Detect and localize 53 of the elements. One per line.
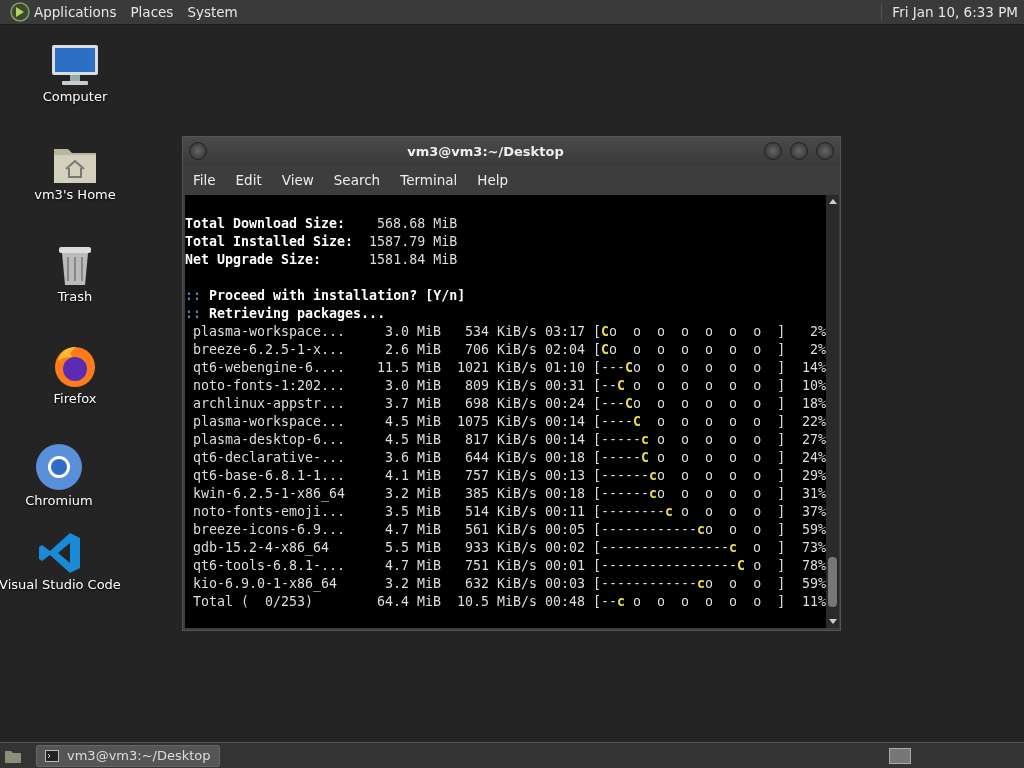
download-line: plasma-workspace... 4.5 MiB 1075 KiB/s 00:14 [----C o o o o o ] 22% — [192, 413, 826, 431]
download-line: kwin-6.2.5-1-x86_64 3.2 MiB 385 KiB/s 00:18 [------co o o o o ] 31% — [192, 485, 826, 503]
workspace-switcher[interactable] — [889, 747, 911, 764]
window-menu-button[interactable] — [189, 142, 207, 160]
download-line: noto-fonts-emoji... 3.5 MiB 514 KiB/s 00:11 [--------c o o o o ] 37% — [192, 503, 826, 521]
download-line: Total ( 0/253) 64.4 MiB 10.5 MiB/s 00:48 [--c o o o o o o ] 11% — [192, 593, 826, 611]
code-editor-icon[interactable] — [38, 531, 82, 575]
download-line: breeze-6.2.5-1-x... 2.6 MiB 706 KiB/s 02:04 [Co o o o o o o ] 2% — [192, 341, 826, 359]
scroll-down-icon[interactable] — [828, 619, 837, 624]
terminal-icon — [45, 749, 59, 762]
panel-menu[interactable]: System — [187, 4, 238, 20]
menu-item[interactable]: Search — [323, 172, 391, 188]
download-line: plasma-desktop-6... 4.5 MiB 817 KiB/s 00:14 [-----c o o o o o ] 27% — [192, 431, 826, 449]
logo-icon[interactable] — [10, 2, 30, 22]
computer-icon[interactable] — [50, 43, 100, 87]
summary-line: Total Download Size: 568.68 MiB — [185, 215, 459, 233]
chromium-icon[interactable] — [35, 443, 83, 491]
desktop-icon-label[interactable]: Computer — [42, 89, 108, 104]
download-line: plasma-workspace... 3.0 MiB 534 KiB/s 03:17 [Co o o o o o o ] 2% — [192, 323, 826, 341]
menu-item[interactable]: Help — [467, 172, 519, 188]
download-line: qt6-tools-6.8.1-... 4.7 MiB 751 KiB/s 00:01 [-----------------C o ] 78% — [192, 557, 826, 575]
panel-menu[interactable]: Applications — [34, 4, 117, 20]
desktop-icon-label[interactable]: Firefox — [53, 391, 97, 406]
scrollbar[interactable] — [826, 195, 839, 628]
summary-line: Net Upgrade Size: 1581.84 MiB — [185, 251, 459, 269]
maximize-button[interactable] — [790, 142, 808, 160]
summary-line: Total Installed Size: 1587.79 MiB — [185, 233, 459, 251]
clock[interactable]: Fri Jan 10, 6:33 PM — [881, 4, 1018, 20]
download-line: qt6-webengine-6.... 11.5 MiB 1021 KiB/s 01:10 [---Co o o o o o ] 14% — [192, 359, 826, 377]
close-button[interactable] — [816, 142, 834, 160]
download-line: qt6-base-6.8.1-1... 4.1 MiB 757 KiB/s 00:13 [------co o o o o ] 29% — [192, 467, 826, 485]
download-line: kio-6.9.0-1-x86_64 3.2 MiB 632 KiB/s 00:03 [------------co o o ] 59% — [192, 575, 826, 593]
panel-menu[interactable]: Places — [130, 4, 174, 20]
download-line: gdb-15.2-4-x86_64 5.5 MiB 933 KiB/s 00:02 [----------------c o ] 73% — [192, 539, 826, 557]
download-line: breeze-icons-6.9... 4.7 MiB 561 KiB/s 00:05 [------------co o o ] 59% — [192, 521, 826, 539]
desktop-icon-label[interactable]: vm3's Home — [34, 187, 116, 202]
desktop-icon-label[interactable]: Trash — [57, 289, 93, 304]
window-title: vm3@vm3:~/Desktop — [406, 143, 565, 159]
scroll-thumb[interactable] — [828, 557, 837, 607]
desktop-icon-label[interactable]: Visual Studio Code — [0, 577, 121, 592]
download-line: archlinux-appstr... 3.7 MiB 698 KiB/s 00:24 [---Co o o o o o ] 18% — [192, 395, 826, 413]
menu-item[interactable]: File — [183, 172, 226, 188]
minimize-button[interactable] — [764, 142, 782, 160]
menu-item[interactable]: View — [271, 172, 324, 188]
prompt-line: :: Proceed with installation? [Y/n] — [185, 287, 467, 305]
scroll-up-icon[interactable] — [828, 199, 837, 204]
taskbar-button[interactable]: vm3@vm3:~/Desktop — [36, 744, 220, 767]
desktop-icon-label[interactable]: Chromium — [25, 493, 93, 508]
menu-item[interactable]: Edit — [225, 172, 272, 188]
download-line: noto-fonts-1:202... 3.0 MiB 809 KiB/s 00:31 [--C o o o o o o ] 10% — [192, 377, 826, 395]
menu-item[interactable]: Terminal — [390, 172, 468, 188]
download-line: qt6-declarative-... 3.6 MiB 644 KiB/s 00:18 [-----C o o o o o ] 24% — [192, 449, 826, 467]
prompt-line: :: Retrieving packages... — [185, 305, 387, 323]
